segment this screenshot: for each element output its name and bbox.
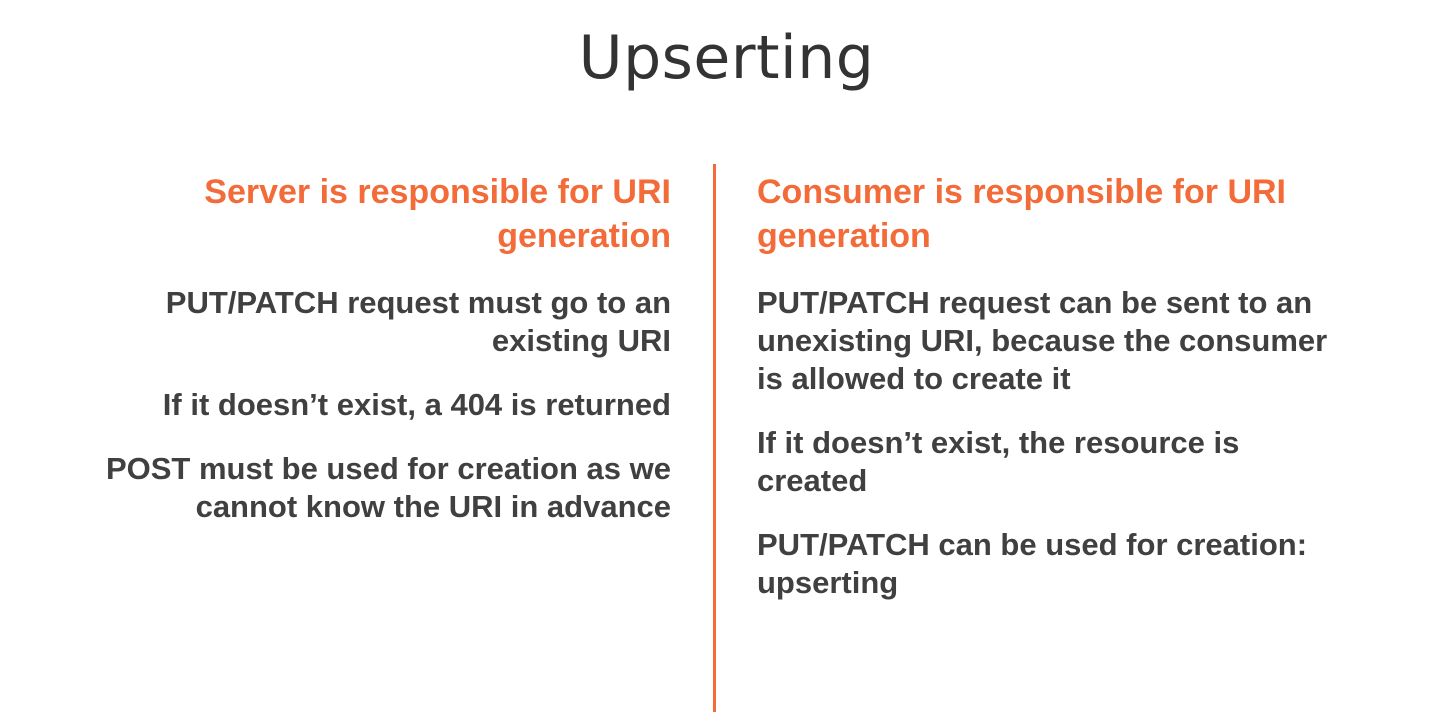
left-point: POST must be used for creation as we can… [31,450,671,526]
left-point-line: PUT/PATCH request must go to an [165,285,671,320]
right-point-line: upserting [757,565,899,600]
column-divider [713,164,716,712]
right-column: Consumer is responsible for URI generati… [757,170,1417,628]
right-point-line: created [757,463,868,498]
right-point-line: is allowed to create it [757,361,1071,396]
right-heading-line: Consumer is responsible for URI [757,173,1286,211]
left-point-line: If it doesn’t exist, a 404 is returned [162,387,671,422]
right-point-line: unexisting URI, because the consumer [757,323,1328,358]
right-point-line: If it doesn’t exist, the resource is [757,425,1240,460]
right-point-line: PUT/PATCH can be used for creation: [757,527,1308,562]
left-point-line: existing URI [491,323,671,358]
right-point: PUT/PATCH request can be sent to an unex… [757,284,1417,398]
left-point-line: cannot know the URI in advance [195,489,671,524]
slide-title: Upserting [578,23,875,93]
right-point: If it doesn’t exist, the resource is cre… [757,424,1417,500]
right-point-line: PUT/PATCH request can be sent to an [757,285,1313,320]
right-heading: Consumer is responsible for URI generati… [757,170,1417,258]
left-column: Server is responsible for URI generation… [31,170,671,552]
left-heading-line: Server is responsible for URI [204,173,671,211]
left-heading-line: generation [497,217,671,255]
left-point: PUT/PATCH request must go to an existing… [31,284,671,360]
right-point: PUT/PATCH can be used for creation: upse… [757,526,1417,602]
left-point-line: POST must be used for creation as we [105,451,671,486]
left-heading: Server is responsible for URI generation [31,170,671,258]
right-heading-line: generation [757,217,931,255]
left-point: If it doesn’t exist, a 404 is returned [31,386,671,424]
